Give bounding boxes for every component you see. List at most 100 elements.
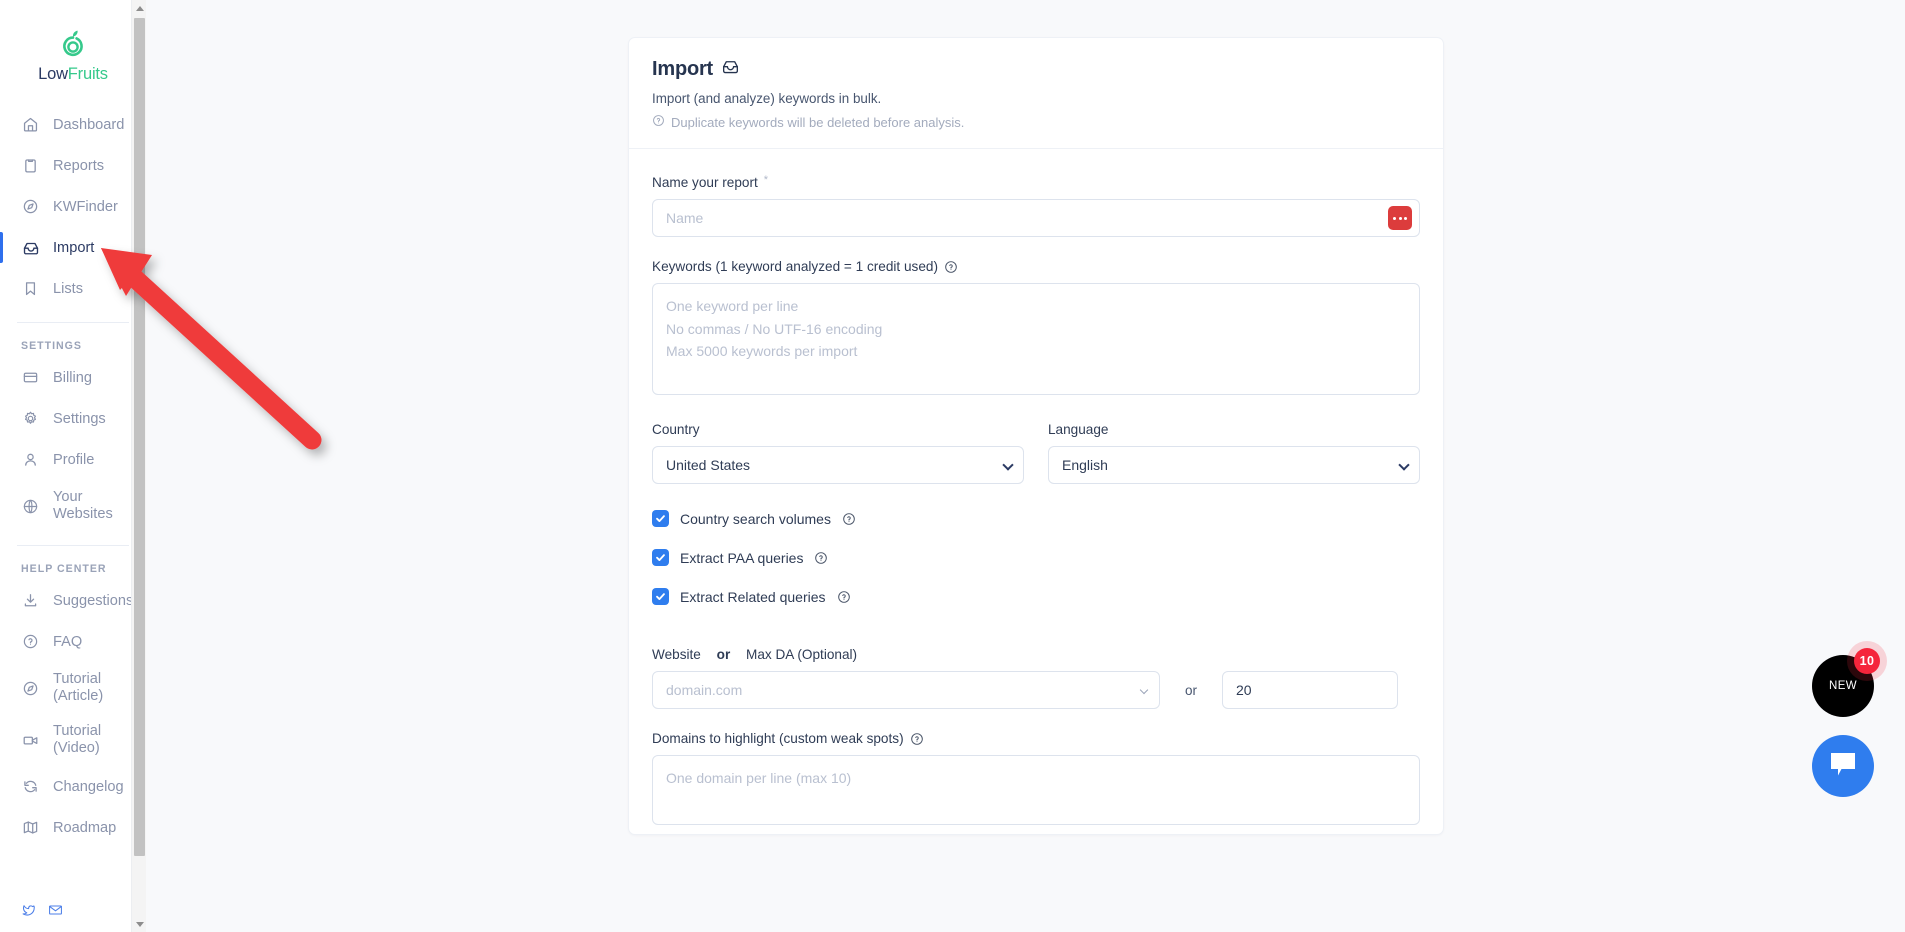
sidebar-item-label: Billing [53, 369, 92, 386]
sidebar-item-tutorial-video[interactable]: Tutorial (Video) [0, 714, 146, 766]
question-circle-icon [652, 114, 665, 130]
question-circle-icon[interactable] [837, 590, 851, 604]
scroll-up-button[interactable] [132, 0, 146, 16]
sidebar-item-label: KWFinder [53, 198, 118, 215]
sidebar-item-billing[interactable]: Billing [0, 357, 146, 398]
question-circle-icon[interactable] [910, 732, 924, 746]
max-da-wrap [1222, 671, 1398, 709]
download-icon [21, 591, 40, 610]
credit-card-icon [21, 368, 40, 387]
sidebar-item-suggestions[interactable]: Suggestions [0, 580, 146, 621]
question-circle-icon[interactable] [814, 551, 828, 565]
page-title: Import [652, 57, 1420, 82]
sidebar-item-changelog[interactable]: Changelog [0, 766, 146, 807]
compass-icon [21, 197, 40, 216]
card-note-text: Duplicate keywords will be deleted befor… [671, 114, 965, 130]
sidebar-item-label: Import [53, 239, 95, 256]
checkbox-label: Extract Related queries [680, 588, 826, 605]
notification-badge: 10 [1854, 648, 1880, 674]
sidebar-item-tutorial-article[interactable]: Tutorial (Article) [0, 662, 146, 714]
bookmark-icon [21, 279, 40, 298]
domains-highlight-field: Domains to highlight (custom weak spots) [652, 731, 1420, 830]
or-separator: or [1184, 682, 1197, 698]
chat-bubble-icon [1828, 750, 1858, 783]
gear-icon [21, 409, 40, 428]
sidebar-item-import[interactable]: Import [0, 227, 146, 268]
primary-nav: Dashboard Reports KWFinder Import Lists … [0, 104, 146, 848]
map-icon [21, 818, 40, 837]
sidebar-item-faq[interactable]: FAQ [0, 621, 146, 662]
keywords-label: Keywords (1 keyword analyzed = 1 credit … [652, 259, 1420, 274]
sidebar-item-settings[interactable]: Settings [0, 398, 146, 439]
country-field: Country United States [652, 422, 1024, 484]
domains-highlight-label: Domains to highlight (custom weak spots) [652, 731, 1420, 746]
clipboard-icon [21, 156, 40, 175]
website-select-wrap [652, 671, 1160, 709]
sidebar-item-label: Settings [53, 410, 106, 427]
domains-highlight-label-text: Domains to highlight (custom weak spots) [652, 731, 904, 746]
sidebar-social-links [20, 902, 64, 918]
sidebar-item-dashboard[interactable]: Dashboard [0, 104, 146, 145]
question-circle-icon[interactable] [944, 260, 958, 274]
brand-logo[interactable]: LowFruits [0, 0, 146, 84]
card-subtitle: Import (and analyze) keywords in bulk. [652, 91, 882, 106]
chat-support-button[interactable] [1812, 735, 1874, 797]
new-label: NEW [1828, 680, 1858, 692]
user-icon [21, 450, 40, 469]
ellipsis-icon[interactable] [1388, 206, 1412, 230]
sidebar-divider-settings [17, 322, 129, 323]
report-name-label: Name your report * [652, 174, 1420, 191]
checkbox-extract-related-queries[interactable]: Extract Related queries [652, 588, 1420, 605]
envelope-icon[interactable] [47, 902, 64, 918]
website-maxda-label: Website or Max DA (Optional) [652, 647, 1420, 662]
twitter-icon[interactable] [20, 902, 36, 918]
checkbox-country-search-volumes[interactable]: Country search volumes [652, 510, 1420, 527]
report-name-label-text: Name your report [652, 175, 758, 190]
sidebar-scrollbar[interactable] [131, 0, 146, 932]
home-icon [21, 115, 40, 134]
options-checkbox-group: Country search volumes Extract PAA queri… [652, 510, 1420, 605]
sidebar-item-label: Profile [53, 451, 95, 468]
checkbox-checked-icon[interactable] [652, 510, 669, 527]
question-circle-icon[interactable] [842, 512, 856, 526]
checkbox-checked-icon[interactable] [652, 588, 669, 605]
main-content: Import Import (and analyze) keywords in … [146, 0, 1905, 932]
website-label-or: or [716, 647, 731, 662]
keywords-label-text: Keywords (1 keyword analyzed = 1 credit … [652, 259, 938, 274]
sidebar-section-help: HELP CENTER [21, 563, 107, 575]
import-card: Import Import (and analyze) keywords in … [628, 37, 1444, 835]
chevron-down-icon [135, 921, 144, 927]
report-name-field: Name your report * [652, 174, 1420, 237]
sidebar-item-roadmap[interactable]: Roadmap [0, 807, 146, 848]
sidebar-item-label: Roadmap [53, 819, 117, 836]
sidebar-item-label: Changelog [53, 778, 124, 795]
sidebar-divider-help [17, 545, 129, 546]
new-announcements-button[interactable]: NEW 10 [1812, 648, 1880, 717]
scrollbar-thumb[interactable] [134, 18, 145, 856]
chevron-up-icon [135, 5, 144, 11]
sidebar-item-profile[interactable]: Profile [0, 439, 146, 480]
sidebar-item-label: FAQ [53, 633, 83, 650]
page-title-text: Import [652, 58, 714, 80]
keywords-textarea[interactable] [652, 283, 1420, 395]
max-da-input[interactable] [1222, 671, 1398, 709]
country-select[interactable]: United States [652, 446, 1024, 484]
sidebar-item-reports[interactable]: Reports [0, 145, 146, 186]
domains-textarea[interactable] [652, 755, 1420, 825]
sidebar-item-lists[interactable]: Lists [0, 268, 146, 309]
report-name-input[interactable] [652, 199, 1420, 237]
question-circle-icon [21, 632, 40, 651]
sidebar-item-label: Reports [53, 157, 105, 174]
sidebar-item-label: Dashboard [53, 116, 125, 133]
locale-row: Country United States Language English [652, 422, 1420, 484]
sidebar-item-your-websites[interactable]: Your Websites [0, 480, 146, 532]
scroll-down-button[interactable] [132, 916, 146, 932]
website-maxda-field: Website or Max DA (Optional) or [652, 647, 1420, 709]
language-select[interactable]: English [1048, 446, 1420, 484]
country-label: Country [652, 422, 700, 437]
sidebar-item-kwfinder[interactable]: KWFinder [0, 186, 146, 227]
website-input[interactable] [652, 671, 1160, 709]
checkbox-extract-paa-queries[interactable]: Extract PAA queries [652, 549, 1420, 566]
card-note: Duplicate keywords will be deleted befor… [652, 114, 1420, 130]
checkbox-checked-icon[interactable] [652, 549, 669, 566]
